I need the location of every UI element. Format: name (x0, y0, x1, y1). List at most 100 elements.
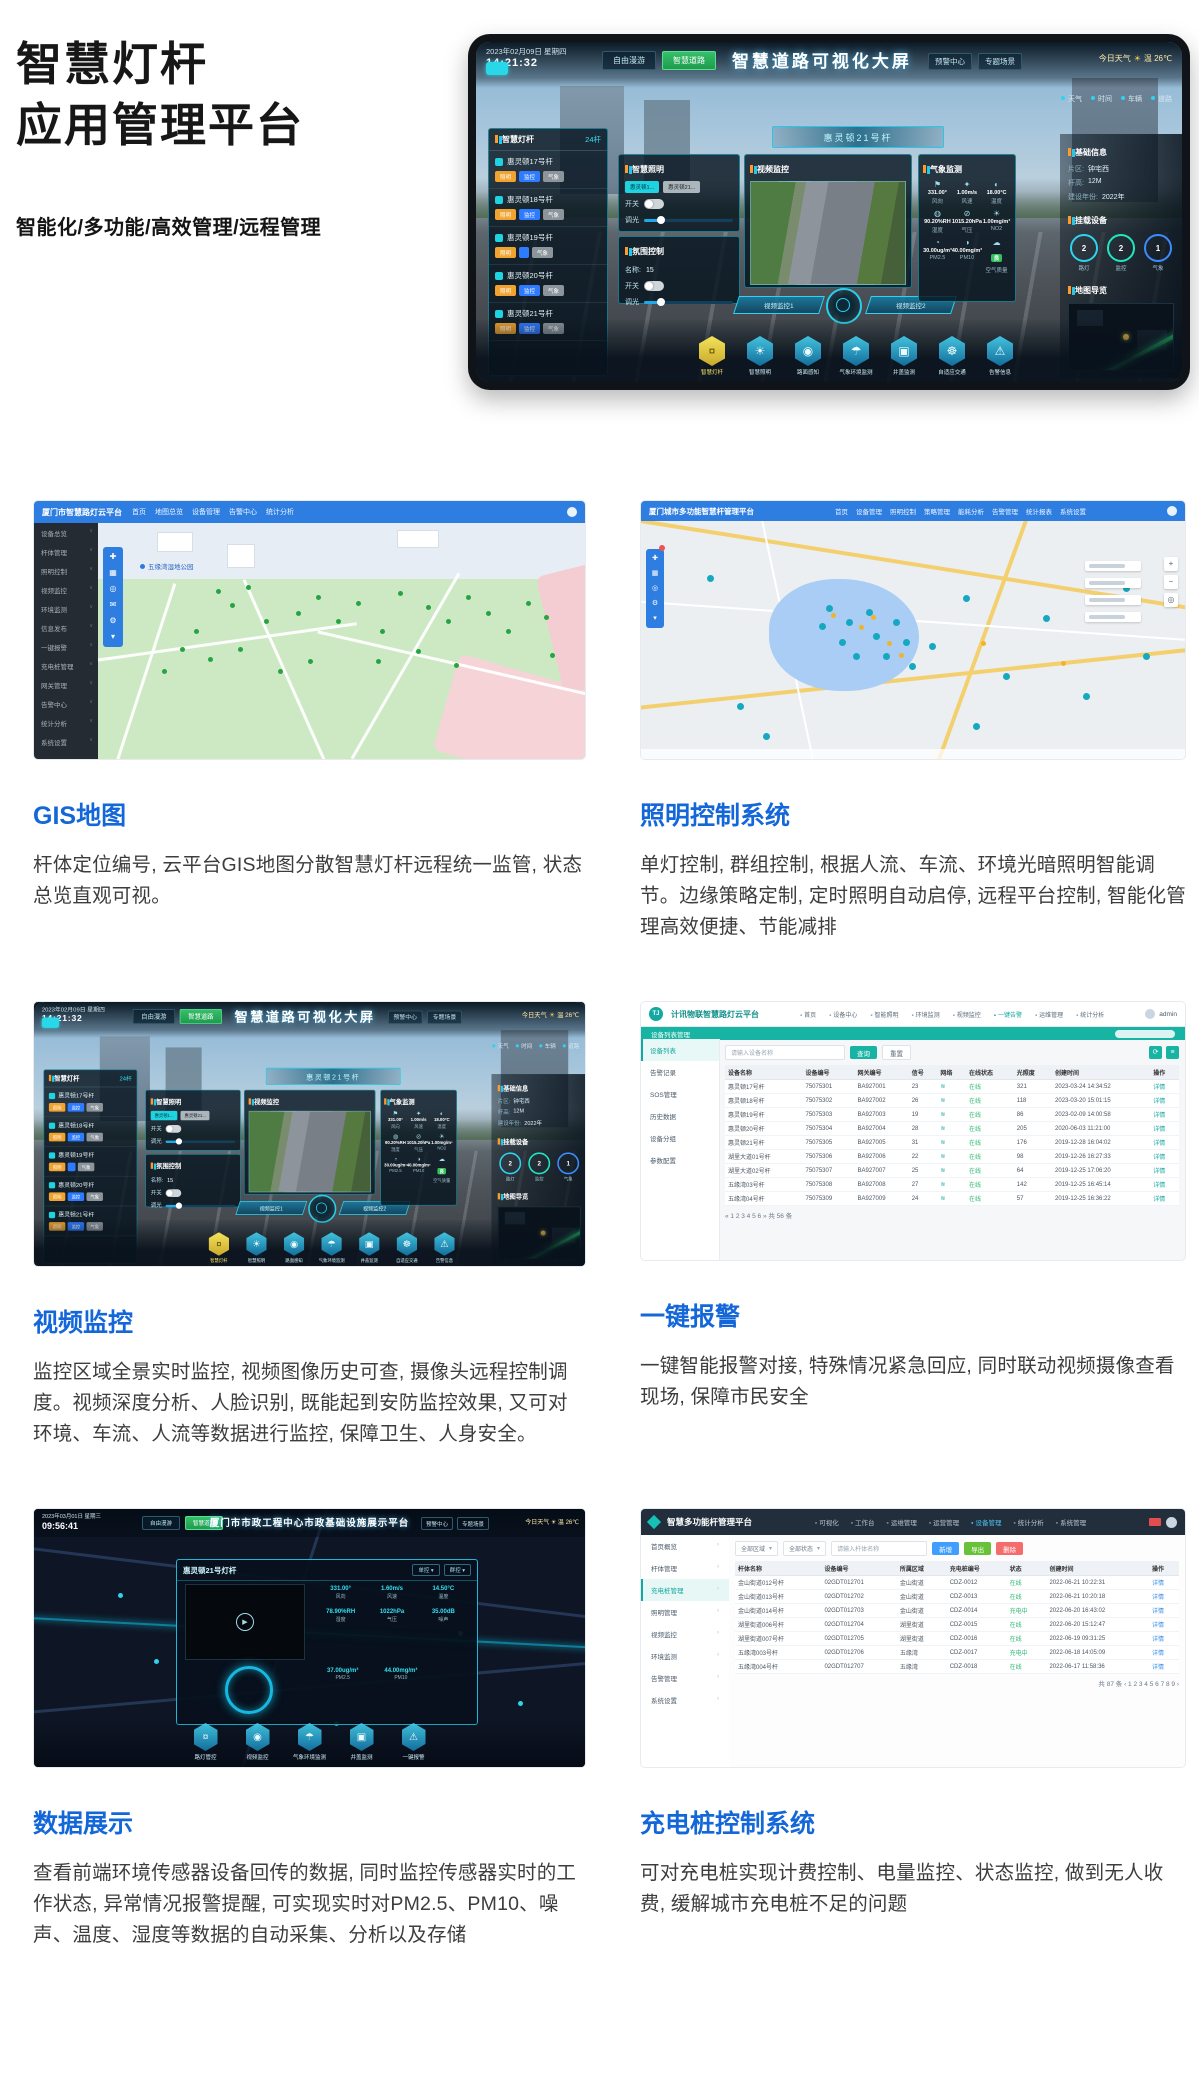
export-button[interactable]: 导出 (964, 1542, 991, 1555)
refresh-button[interactable]: ⟳ (1149, 1046, 1162, 1059)
legend-item[interactable]: 时间 (516, 1043, 532, 1051)
monitor-button[interactable] (68, 1163, 76, 1172)
sidebar-item[interactable]: SOS管理 (641, 1083, 719, 1105)
nav-item[interactable]: 能耗分析 (958, 506, 984, 516)
column-header[interactable]: 操作 (1150, 1065, 1179, 1080)
search-input[interactable] (1115, 1030, 1175, 1038)
weather-button[interactable]: 气象 (543, 209, 564, 220)
legend-item[interactable]: 道路 (1151, 94, 1172, 104)
monitor-button[interactable]: 监控 (519, 171, 540, 182)
column-header[interactable]: 创建时间 (1046, 1561, 1149, 1576)
sidebar-item[interactable]: 历史数据 (641, 1105, 719, 1127)
device-search-input[interactable]: 请输入设备名称 (725, 1045, 845, 1060)
nav-item[interactable]: 首页 (132, 507, 146, 517)
legend-item[interactable]: 车辆 (1121, 94, 1142, 104)
lighting-map-canvas[interactable]: +−◎ ✚▦◎⚙▾ (641, 521, 1185, 759)
column-header[interactable]: 设备编号 (802, 1065, 854, 1080)
pole-list-item[interactable]: 惠灵顿19号杆 照明气象 (44, 1147, 136, 1177)
sidebar-item[interactable]: 参数配置 (641, 1149, 719, 1171)
column-header[interactable]: 操作 (1149, 1561, 1179, 1576)
dock-item-alarm[interactable]: ⚠告警信息 (429, 1232, 460, 1263)
table-row[interactable]: 金山街道014号杆02GDT012703金山街道CDZ-0014充电中2022-… (735, 1604, 1179, 1618)
dock-item-smart-pole[interactable]: ¤智慧灯杆 (692, 336, 732, 376)
light-button[interactable]: 照明 (495, 171, 516, 182)
nav-item[interactable]: 照明控制 (890, 506, 916, 516)
pole-list-item[interactable]: 惠灵顿20号杆 照明监控气象 (44, 1177, 136, 1207)
nav-tab[interactable]: 一键告警 (994, 1010, 1022, 1019)
table-row[interactable]: 湖里街道006号杆02GDT012704湖里街道CDZ-0015在线2022-0… (735, 1618, 1179, 1632)
locate-button[interactable]: ◎ (1164, 593, 1178, 607)
rail-button[interactable]: ▾ (646, 611, 664, 626)
table-row[interactable]: 五缘湾003号杆02GDT012706五缘湾CDZ-0017充电中2022-06… (735, 1646, 1179, 1660)
pole-list-item[interactable]: 惠灵顿19号杆 照明气象 (489, 227, 607, 265)
pole-chip-active[interactable]: 惠灵顿1... (625, 181, 659, 193)
ptz-joystick[interactable] (826, 288, 862, 324)
nav-tab[interactable]: 首页 (800, 1010, 816, 1019)
pole-chip-active[interactable]: 惠灵顿1... (151, 1111, 178, 1120)
rail-button[interactable]: ✚ (646, 551, 664, 566)
monitor-button[interactable]: 监控 (68, 1133, 84, 1142)
sidebar-item[interactable]: 视频监控 (641, 1623, 729, 1645)
column-header[interactable]: 设备编号 (821, 1561, 896, 1576)
nav-tab[interactable]: 设备中心 (829, 1010, 857, 1019)
table-row[interactable]: 湖里大道01号杆75075306BA92700622≋在线982019-12-2… (725, 1150, 1179, 1164)
ambient-dim-slider[interactable] (166, 1204, 236, 1206)
monitor-button[interactable]: 监控 (68, 1192, 84, 1201)
sidebar-item[interactable]: 照明管理 (641, 1601, 729, 1623)
pole-list-item[interactable]: 惠灵顿18号杆 照明监控气象 (44, 1117, 136, 1147)
nav-item[interactable]: 设备管理 (192, 507, 220, 517)
area-select[interactable]: 全部区域 (735, 1541, 778, 1556)
sidebar-item[interactable]: 告警管理 (641, 1667, 729, 1689)
monitor-button[interactable]: 监控 (68, 1103, 84, 1112)
dock-item-manhole[interactable]: ▣井盖监测 (354, 1232, 385, 1263)
add-button[interactable]: 新增 (932, 1542, 959, 1555)
legend-item[interactable]: 天气 (492, 1043, 508, 1051)
dock-item-traffic[interactable]: ☸自适应交通 (932, 336, 972, 376)
alert-center-button[interactable]: 预警中心 (421, 1517, 453, 1530)
gis-map-canvas[interactable]: ✚▦◎✉⚙▾ 五缘湾湿地公园 (98, 523, 585, 759)
table-row[interactable]: 湖里街道007号杆02GDT012705湖里街道CDZ-0016在线2022-0… (735, 1632, 1179, 1646)
weather-button[interactable]: 气象 (78, 1163, 94, 1172)
theme-scene-button[interactable]: 专题场景 (457, 1517, 489, 1530)
tab-free-roam[interactable]: 自由漫游 (133, 1009, 175, 1024)
column-header[interactable]: 信号 (909, 1065, 938, 1080)
nav-tab[interactable]: 设备管理 (971, 1517, 1001, 1527)
nav-item[interactable]: 统计报表 (1026, 506, 1052, 516)
sidebar-item[interactable]: 系统设置 (641, 1689, 729, 1711)
light-button[interactable]: 照明 (495, 209, 516, 220)
dock-item-road-sensing[interactable]: ◉路面感知 (278, 1232, 309, 1263)
table-row[interactable]: 惠灵顿18号杆75075302BA92700226≋在线1182023-03-2… (725, 1094, 1179, 1108)
alert-center-button[interactable]: 预警中心 (928, 53, 972, 70)
sidebar-item[interactable]: 视频监控 (34, 580, 98, 599)
dimming-slider[interactable] (166, 1140, 236, 1142)
nav-tab[interactable]: 运维管理 (887, 1517, 917, 1527)
column-header[interactable]: 光照度 (1014, 1065, 1052, 1080)
sidebar-item[interactable]: 杆体管理 (641, 1557, 729, 1579)
dock-item-traffic[interactable]: ☸自适应交通 (391, 1232, 422, 1263)
nav-item[interactable]: 告警中心 (229, 507, 257, 517)
monitor-button[interactable] (519, 247, 529, 258)
poi-chip[interactable] (1085, 612, 1141, 622)
light-button[interactable]: 照明 (495, 285, 516, 296)
dock-item-weather[interactable]: ☂气象环境监测 (316, 1232, 347, 1263)
avatar[interactable] (567, 507, 577, 517)
column-header[interactable]: 创建时间 (1052, 1065, 1150, 1080)
light-switch-toggle[interactable] (644, 199, 664, 209)
rail-button[interactable]: ⚙ (646, 596, 664, 611)
table-row[interactable]: 五缘湾004号杆02GDT012707五缘湾CDZ-0018在线2022-06-… (735, 1660, 1179, 1674)
table-row[interactable]: 金山街道012号杆02GDT012701金山街道CDZ-0012在线2022-0… (735, 1576, 1179, 1590)
nav-tab[interactable]: 环境监测 (911, 1010, 939, 1019)
video-button-left[interactable]: 视频监控1 (235, 1201, 307, 1215)
nav-item[interactable]: 告警管理 (992, 506, 1018, 516)
dock-item-road-sensing[interactable]: ◉路面感知 (788, 336, 828, 376)
zoom-in-button[interactable]: + (1164, 557, 1178, 571)
sidebar-item[interactable]: 设备列表 (641, 1039, 719, 1061)
status-select[interactable]: 全部状态 (783, 1541, 826, 1556)
column-header[interactable]: 杆体名称 (735, 1561, 821, 1576)
sidebar-item[interactable]: 网关管理 (34, 675, 98, 694)
nav-item[interactable]: 策略管理 (924, 506, 950, 516)
nav-item[interactable]: 设备管理 (856, 506, 882, 516)
video-frame[interactable] (750, 181, 906, 285)
sidebar-item[interactable]: 设备总览 (34, 523, 98, 542)
legend-item[interactable]: 时间 (1091, 94, 1112, 104)
